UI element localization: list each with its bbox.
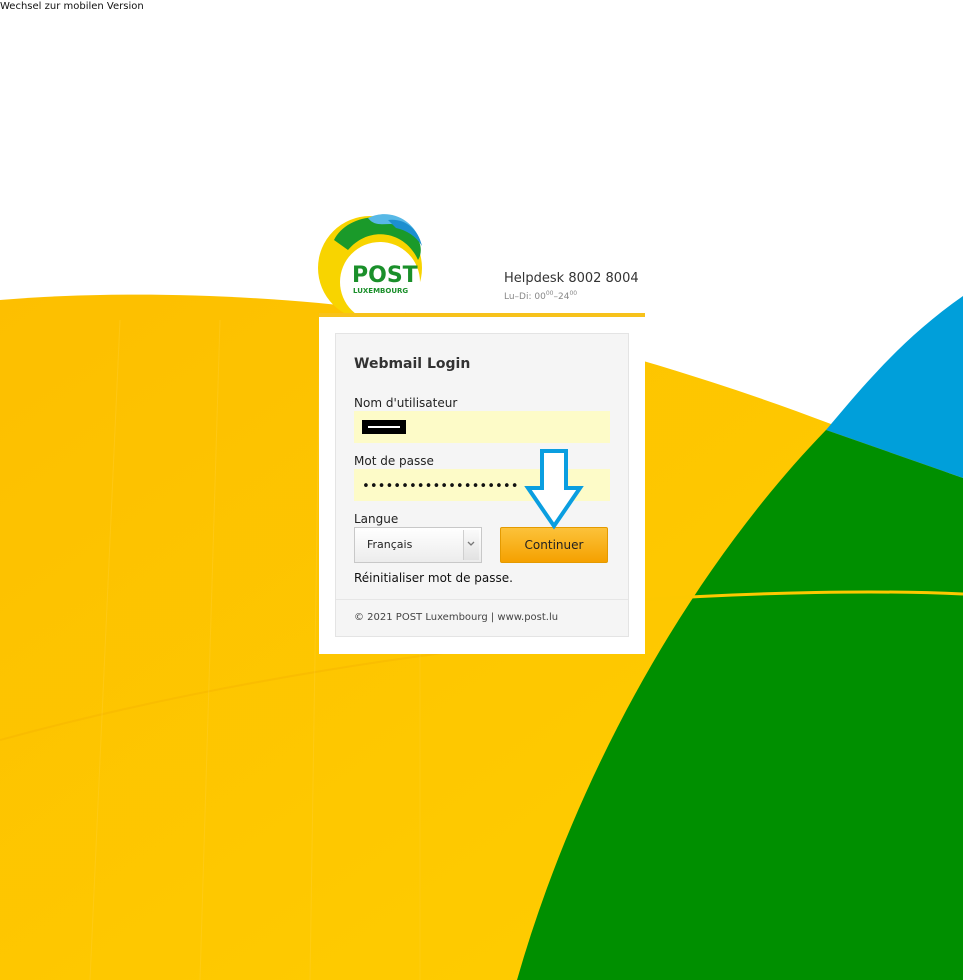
chevron-down-icon[interactable]: [463, 530, 479, 560]
language-label: Langue: [354, 512, 399, 526]
footer-divider: [336, 599, 628, 600]
language-select[interactable]: Français: [354, 527, 482, 563]
mobile-version-link[interactable]: Wechsel zur mobilen Version: [0, 1, 144, 12]
reset-password-link[interactable]: Réinitialiser mot de passe.: [354, 571, 513, 585]
helpdesk-hours: Lu–Di: 0000–2400: [504, 290, 578, 302]
login-panel: Webmail Login Nom d'utilisateur Mot de p…: [335, 333, 629, 637]
language-selected-value: Français: [367, 538, 413, 551]
login-page: Wechsel zur mobilen Version POST LUXEMBO…: [0, 0, 963, 980]
username-redaction: [362, 420, 406, 434]
password-value: ••••••••••••••••••••: [362, 479, 519, 494]
post-luxembourg-logo: POST LUXEMBOURG: [318, 214, 422, 322]
copyright-footer: © 2021 POST Luxembourg | www.post.lu: [354, 612, 559, 623]
svg-text:POST: POST: [352, 263, 418, 288]
continue-button[interactable]: Continuer: [500, 527, 608, 563]
arrow-down-icon: [524, 449, 584, 530]
username-label: Nom d'utilisateur: [354, 396, 458, 410]
helpdesk-phone: Helpdesk 8002 8004: [504, 271, 639, 286]
login-title: Webmail Login: [354, 356, 471, 372]
password-label: Mot de passe: [354, 454, 434, 468]
svg-text:LUXEMBOURG: LUXEMBOURG: [353, 287, 408, 295]
login-card: Webmail Login Nom d'utilisateur Mot de p…: [319, 313, 645, 654]
